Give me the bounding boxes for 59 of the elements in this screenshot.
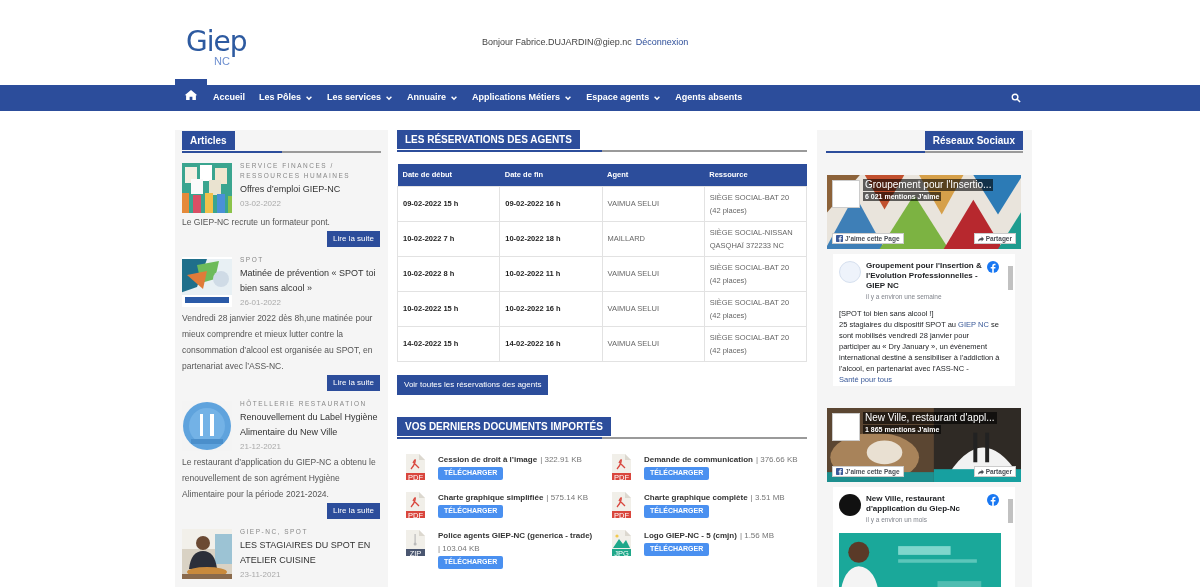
nav-menu-item[interactable]: Les Pôles bbox=[259, 91, 314, 105]
facebook-icon bbox=[987, 261, 999, 273]
share-icon bbox=[977, 235, 984, 242]
document-size: | 1.56 MB bbox=[739, 529, 774, 542]
read-more-button[interactable]: Lire la suite bbox=[327, 375, 380, 391]
document-name[interactable]: Charte graphique simplifiée bbox=[438, 490, 544, 504]
document-size: | 103.04 KB bbox=[438, 542, 480, 555]
view-all-button[interactable]: Voir toutes les réservations des agents bbox=[397, 374, 549, 395]
nav-menu-item[interactable]: Espace agents bbox=[586, 91, 662, 105]
nav-menu-item[interactable]: Les services bbox=[327, 91, 394, 105]
avatar-icon bbox=[839, 261, 861, 283]
article-title[interactable]: Renouvellement du Label Hygiène Alimentaire du New Ville bbox=[240, 410, 381, 440]
nav-menu-item[interactable]: Annuaire bbox=[407, 91, 459, 105]
document-name[interactable]: Charte graphique complète bbox=[644, 490, 748, 504]
scrollbar-thumb bbox=[1008, 266, 1013, 290]
document-name[interactable]: Police agents GIEP-NC (generica - trade) bbox=[438, 528, 593, 542]
page-avatar bbox=[832, 413, 860, 441]
document-name[interactable]: Demande de communication bbox=[644, 452, 753, 466]
home-icon bbox=[184, 89, 198, 101]
read-more-button[interactable]: Lire la suite bbox=[327, 231, 380, 247]
document-name[interactable]: Cession de droit à l’image bbox=[438, 452, 538, 466]
nav-menu-item[interactable]: Agents absents bbox=[675, 91, 743, 105]
article-title[interactable]: LES STAGIAIRES DU SPOT EN ATELIER CUISINE bbox=[240, 538, 381, 568]
greeting-text: Bonjour Fabrice.DUJARDIN@giep.nc bbox=[482, 36, 632, 49]
article-date: 03-02-2022 bbox=[240, 198, 282, 210]
nav-menu-item[interactable]: Accueil bbox=[213, 91, 245, 105]
nav-menu-item[interactable]: Applications Métiers bbox=[472, 91, 573, 105]
document-size: | 376.66 KB bbox=[755, 453, 798, 466]
scrollbar-thumb bbox=[1008, 499, 1013, 523]
article-date: 26-01-2022 bbox=[240, 297, 282, 309]
article-excerpt: Le restaurant d’application du GIEP-NC a obtenu le renouvellement de son agrément Hygiène Alimentaire pour la période 2021-2024. bbox=[182, 456, 377, 501]
document-size: | 3.51 MB bbox=[750, 491, 785, 504]
article-excerpt: Vendredi 28 janvier 2022 dès 8h,une matinée pour mieux comprendre et mieux lutter contre la consommation d’alcool est organisée au SPOT, en partenariat avec l’ASS-NC. bbox=[182, 312, 374, 373]
share-icon bbox=[977, 468, 984, 475]
logout-link[interactable]: Déconnexion bbox=[635, 36, 689, 50]
facebook-icon bbox=[836, 468, 843, 475]
section-heading: Réseaux Sociaux bbox=[924, 131, 1023, 150]
avatar-icon bbox=[839, 494, 861, 516]
facebook-icon bbox=[836, 235, 843, 242]
page-name[interactable]: New Ville, restaurant d'appl... bbox=[863, 412, 997, 424]
page-avatar bbox=[832, 180, 860, 208]
document-size: | 322.91 KB bbox=[540, 453, 582, 466]
section-heading: LES RÉSERVATIONS DES AGENTS bbox=[397, 130, 580, 149]
article-excerpt: Le GIEP-NC recrute un formateur pont. bbox=[182, 216, 331, 229]
section-heading: Articles bbox=[182, 131, 235, 150]
article-date: 23-11-2021 bbox=[240, 569, 282, 581]
read-more-button[interactable]: Lire la suite bbox=[327, 503, 380, 519]
post-author[interactable]: New Ville, restaurant d'application du Giep-Nc bbox=[866, 494, 985, 514]
article-date: 21-12-2021 bbox=[240, 441, 282, 453]
page-name[interactable]: Groupement pour l'Insertio... bbox=[863, 179, 994, 191]
section-heading: VOS DERNIERS DOCUMENTS IMPORTÉS bbox=[397, 416, 611, 436]
document-size: | 575.14 KB bbox=[546, 491, 589, 504]
document-name[interactable]: Logo GIEP-NC - 5 (cmjn) bbox=[644, 528, 737, 542]
logo[interactable]: Giep NC bbox=[186, 28, 266, 72]
article-title[interactable]: Offres d’emploi GIEP-NC bbox=[240, 182, 381, 197]
search-icon[interactable] bbox=[1011, 93, 1021, 103]
post-author[interactable]: Groupement pour l'Insertion & l'Evolution Professionnelles - GIEP NC bbox=[866, 261, 985, 291]
article-title[interactable]: Matinée de prévention « SPOT toi bien sans alcool » bbox=[240, 266, 381, 296]
facebook-icon bbox=[987, 494, 999, 506]
